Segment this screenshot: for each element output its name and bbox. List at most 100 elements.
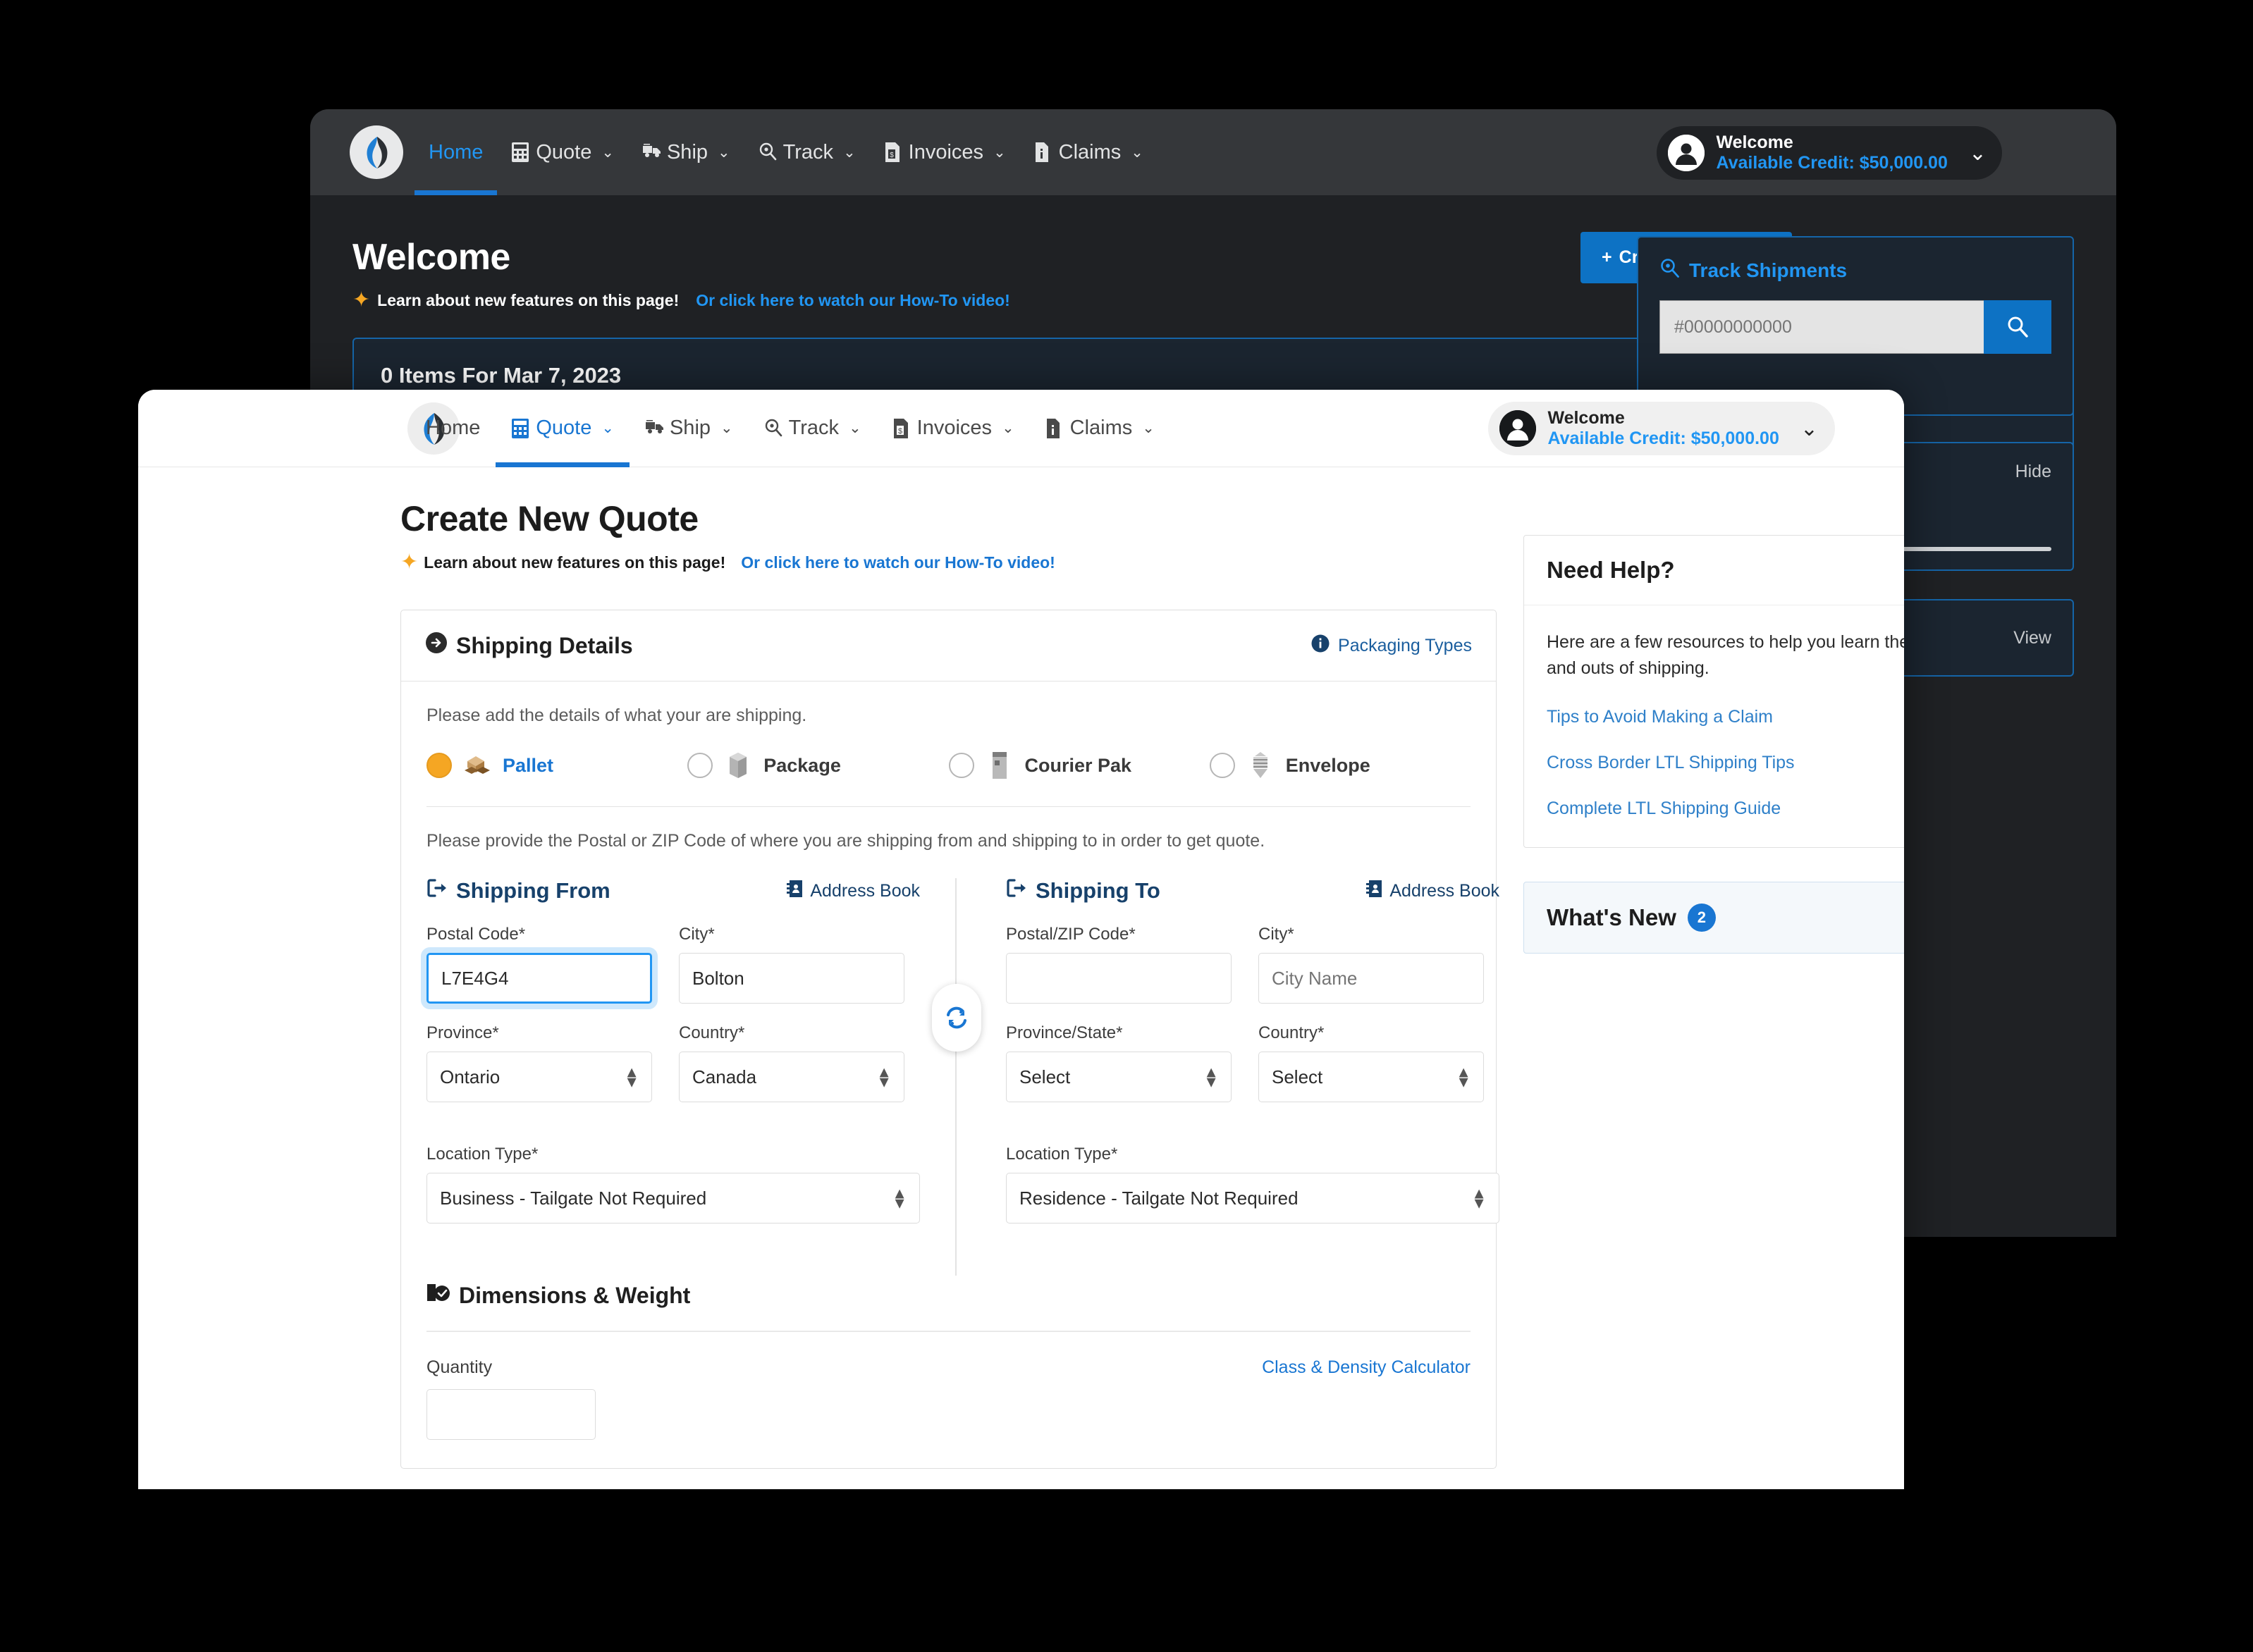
radio-label-courier-pak: Courier Pak bbox=[1024, 754, 1132, 776]
nav-item-home[interactable]: Home bbox=[410, 390, 496, 467]
back-nav-item-track[interactable]: Track ⌄ bbox=[744, 109, 870, 195]
whats-new-panel[interactable]: What's New 2 View bbox=[1523, 882, 1904, 954]
address-book-icon bbox=[786, 880, 803, 903]
export-arrow-icon bbox=[1006, 878, 1027, 904]
packaging-types-link[interactable]: Packaging Types bbox=[1311, 634, 1472, 658]
user-menu[interactable]: Welcome Available Credit: $50,000.00 ⌄ bbox=[1488, 402, 1835, 455]
radio-dot-package[interactable] bbox=[687, 753, 713, 778]
to-city-input[interactable] bbox=[1258, 953, 1484, 1004]
back-nav-label-quote: Quote bbox=[536, 140, 592, 164]
create-quote-window: Home Quote ⌄ Ship ⌄ Track ⌄ $ Invoices ⌄ bbox=[138, 390, 1904, 1489]
to-city-field: City* bbox=[1258, 925, 1484, 1004]
radio-option-envelope[interactable]: Envelope bbox=[1209, 750, 1471, 781]
from-location-type-field: Location Type* ▲▼ bbox=[426, 1145, 920, 1223]
from-province-field: Province* ▲▼ bbox=[426, 1023, 652, 1102]
radio-option-pallet[interactable]: Pallet bbox=[426, 750, 687, 781]
to-postal-input[interactable] bbox=[1006, 953, 1232, 1004]
from-province-country-row: Province* ▲▼ Country* bbox=[426, 1023, 920, 1122]
section-divider bbox=[426, 806, 1471, 807]
plus-icon: + bbox=[1602, 247, 1612, 267]
shipping-details-title: Shipping Details bbox=[456, 632, 633, 658]
track-shipments-panel: Track Shipments bbox=[1637, 236, 2074, 416]
nav-item-ship[interactable]: Ship ⌄ bbox=[630, 390, 749, 467]
nav-item-quote[interactable]: Quote ⌄ bbox=[496, 390, 630, 467]
address-grid: Shipping From Address Book Postal Code* … bbox=[421, 878, 1499, 1276]
help-link-cross-border-ltl[interactable]: Cross Border LTL Shipping Tips bbox=[1547, 753, 1904, 773]
chevron-down-icon: ⌄ bbox=[718, 144, 730, 161]
back-nav-item-home[interactable]: Home bbox=[415, 109, 498, 195]
track-search-button[interactable] bbox=[1984, 300, 2051, 354]
from-province-label: Province* bbox=[426, 1023, 499, 1042]
class-density-calculator-link[interactable]: Class & Density Calculator bbox=[1262, 1357, 1471, 1378]
swap-refresh-icon[interactable] bbox=[932, 984, 981, 1052]
dimensions-box-icon bbox=[426, 1281, 450, 1309]
radio-option-courier-pak[interactable]: Courier Pak bbox=[948, 750, 1210, 781]
back-nav-item-ship[interactable]: Ship ⌄ bbox=[628, 109, 744, 195]
from-postal-city-row: Postal Code* City* bbox=[421, 925, 920, 1023]
sparkle-icon: ✦ bbox=[352, 288, 371, 312]
from-location-type-select[interactable] bbox=[426, 1173, 920, 1223]
user-avatar-icon bbox=[1668, 135, 1705, 171]
side-card-view-button[interactable]: View bbox=[2013, 628, 2051, 648]
shipping-details-header: Shipping Details Packaging Types bbox=[401, 610, 1496, 682]
user-avatar-icon bbox=[1499, 410, 1537, 447]
back-user-welcome: Welcome bbox=[1716, 132, 1793, 152]
back-nav-item-invoices[interactable]: $ Invoices ⌄ bbox=[870, 109, 1020, 195]
shipping-from-address-book[interactable]: Address Book bbox=[786, 880, 920, 903]
to-province-field: Province/State* ▲▼ bbox=[1006, 1023, 1232, 1102]
export-arrow-icon bbox=[426, 878, 448, 904]
side-card-hide-button[interactable]: Hide bbox=[2015, 462, 2051, 482]
chevron-down-icon[interactable]: ⌄ bbox=[1969, 141, 1987, 166]
back-nav-item-claims[interactable]: Claims ⌄ bbox=[1020, 109, 1158, 195]
page-title: Create New Quote bbox=[400, 499, 699, 538]
nav-item-invoices[interactable]: $ Invoices ⌄ bbox=[877, 390, 1030, 467]
box-icon bbox=[723, 750, 754, 781]
from-city-input[interactable] bbox=[679, 953, 904, 1004]
back-nav-item-quote[interactable]: Quote ⌄ bbox=[497, 109, 628, 195]
from-location-type-label: Location Type* bbox=[426, 1145, 539, 1164]
nav-item-track[interactable]: Track ⌄ bbox=[749, 390, 877, 467]
from-country-select[interactable] bbox=[679, 1052, 904, 1102]
shipping-from-title: Shipping From bbox=[456, 878, 610, 903]
from-location-type-select-wrap: ▲▼ bbox=[426, 1173, 920, 1223]
back-subtitle-text: Learn about new features on this page! bbox=[377, 290, 680, 309]
help-link-complete-ltl-guide[interactable]: Complete LTL Shipping Guide bbox=[1547, 799, 1904, 819]
to-city-label: City* bbox=[1258, 925, 1294, 944]
radio-label-pallet: Pallet bbox=[503, 754, 554, 776]
to-location-type-select[interactable] bbox=[1006, 1173, 1499, 1223]
back-nav-label-track: Track bbox=[782, 140, 834, 164]
arrow-circle-right-icon bbox=[425, 631, 448, 660]
shipping-to-address-book[interactable]: Address Book bbox=[1365, 880, 1499, 903]
from-province-select[interactable] bbox=[426, 1052, 652, 1102]
shipping-to-column: Shipping To Address Book Postal/ZIP Code… bbox=[1006, 878, 1499, 1243]
nav-label-home: Home bbox=[426, 417, 481, 439]
help-link-tips-avoid-claim[interactable]: Tips to Avoid Making a Claim bbox=[1547, 707, 1904, 727]
back-howto-link[interactable]: Or click here to watch our How-To video! bbox=[696, 291, 1010, 310]
from-country-label: Country* bbox=[679, 1023, 745, 1042]
to-postal-label: Postal/ZIP Code* bbox=[1006, 925, 1136, 944]
nav-item-claims[interactable]: Claims ⌄ bbox=[1030, 390, 1170, 467]
chevron-down-icon: ⌄ bbox=[849, 420, 861, 436]
shipping-details-title-group: Shipping Details bbox=[425, 631, 633, 660]
to-country-select[interactable] bbox=[1258, 1052, 1484, 1102]
track-search-icon bbox=[1659, 257, 1681, 283]
radio-option-package[interactable]: Package bbox=[687, 750, 948, 781]
howto-video-link[interactable]: Or click here to watch our How-To video! bbox=[741, 553, 1055, 572]
to-province-select[interactable] bbox=[1006, 1052, 1232, 1102]
quantity-row: Quantity Class & Density Calculator bbox=[426, 1357, 1471, 1378]
brand-logo-icon[interactable] bbox=[350, 125, 403, 179]
sidebar-column: Need Help? Here are a few resources to h… bbox=[1523, 498, 1904, 1469]
background-navbar: Home Quote ⌄ Ship ⌄ Track ⌄ $ Invoices ⌄ bbox=[310, 109, 2116, 195]
track-search-icon bbox=[764, 418, 782, 439]
chevron-down-icon[interactable]: ⌄ bbox=[1800, 417, 1818, 441]
back-user-menu[interactable]: Welcome Available Credit: $50,000.00 ⌄ bbox=[1657, 126, 2002, 180]
back-nav-label-claims: Claims bbox=[1058, 140, 1122, 164]
quantity-input[interactable] bbox=[426, 1389, 596, 1440]
radio-dot-pallet[interactable] bbox=[426, 753, 452, 778]
track-search-input[interactable] bbox=[1659, 300, 1984, 354]
truck-icon bbox=[642, 142, 661, 163]
radio-dot-courier-pak[interactable] bbox=[948, 753, 974, 778]
from-postal-input[interactable] bbox=[421, 947, 658, 1009]
whats-new-title: What's New bbox=[1547, 904, 1676, 930]
radio-dot-envelope[interactable] bbox=[1209, 753, 1235, 778]
